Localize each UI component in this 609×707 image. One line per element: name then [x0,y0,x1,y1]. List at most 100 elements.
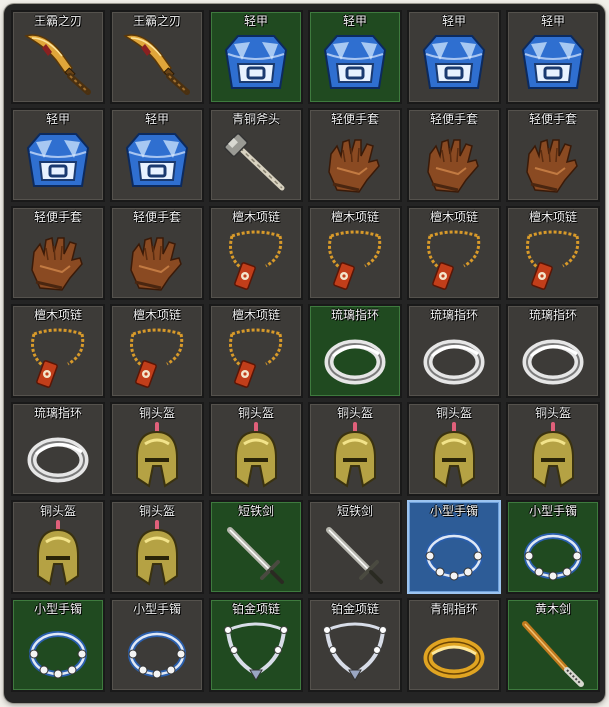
inventory-slot[interactable]: 檀木项链 [209,304,303,398]
glove-icon [22,226,94,296]
inventory-slot[interactable]: 檀木项链 [407,206,501,300]
light-armor-icon [220,30,292,100]
item-name-label: 黄木剑 [534,602,571,616]
great-blade-icon [22,30,94,100]
inventory-slot[interactable]: 檀木项链 [209,206,303,300]
item-name-label: 小型手镯 [132,602,181,616]
glove-icon [121,226,193,296]
inventory-slot[interactable]: 琉璃指环 [308,304,402,398]
platinum-necklace-icon [220,618,292,688]
item-name-label: 铜头盔 [138,406,175,420]
item-name-label: 铜头盔 [435,406,472,420]
inventory-slot[interactable]: 铜头盔 [506,402,600,496]
inventory-slot[interactable]: 铂金项链 [308,598,402,692]
inventory-slot[interactable]: 檀木项链 [506,206,600,300]
bronze-helmet-icon [121,520,193,590]
inventory-slot[interactable]: 轻甲 [110,108,204,202]
item-name-label: 琉璃指环 [528,308,577,322]
bronze-helmet-icon [22,520,94,590]
inventory-slot[interactable]: 小型手镯 [110,598,204,692]
item-name-label: 轻便手套 [429,112,478,126]
inventory-slot[interactable]: 琉璃指环 [407,304,501,398]
inventory-slot[interactable]: 轻甲 [308,10,402,104]
inventory-slot[interactable]: 小型手镯 [506,500,600,594]
item-name-label: 轻甲 [144,112,169,126]
glass-ring-icon [418,324,490,394]
sandalwood-necklace-icon [418,226,490,296]
inventory-slot[interactable]: 小型手镯 [407,500,501,594]
item-name-label: 轻便手套 [330,112,379,126]
inventory-slot[interactable]: 短铁剑 [209,500,303,594]
item-name-label: 轻便手套 [528,112,577,126]
item-name-label: 檀木项链 [330,210,379,224]
inventory-slot[interactable]: 小型手镯 [11,598,105,692]
item-name-label: 轻便手套 [33,210,82,224]
item-name-label: 檀木项链 [231,210,280,224]
item-name-label: 檀木项链 [429,210,478,224]
inventory-slot[interactable]: 轻便手套 [308,108,402,202]
inventory-slot[interactable]: 王霸之刃 [110,10,204,104]
glass-ring-icon [517,324,589,394]
inventory-slot[interactable]: 铜头盔 [209,402,303,496]
item-name-label: 铜头盔 [534,406,571,420]
inventory-slot[interactable]: 青铜斧头 [209,108,303,202]
item-name-label: 短铁剑 [336,504,373,518]
item-name-label: 檀木项链 [33,308,82,322]
glove-icon [517,128,589,198]
inventory-slot[interactable]: 铜头盔 [407,402,501,496]
inventory-slot[interactable]: 铜头盔 [308,402,402,496]
inventory-slot[interactable]: 琉璃指环 [11,402,105,496]
inventory-slot[interactable]: 青铜指环 [407,598,501,692]
inventory-slot[interactable]: 轻甲 [11,108,105,202]
inventory-slot[interactable]: 轻甲 [506,10,600,104]
item-name-label: 铜头盔 [336,406,373,420]
light-armor-icon [121,128,193,198]
bronze-helmet-icon [121,422,193,492]
wooden-sword-icon [517,618,589,688]
item-name-label: 檀木项链 [528,210,577,224]
inventory-slot[interactable]: 短铁剑 [308,500,402,594]
inventory-slot[interactable]: 檀木项链 [110,304,204,398]
inventory-slot[interactable]: 铜头盔 [110,500,204,594]
platinum-necklace-icon [319,618,391,688]
inventory-slot[interactable]: 琉璃指环 [506,304,600,398]
item-name-label: 铂金项链 [330,602,379,616]
item-name-label: 轻便手套 [132,210,181,224]
item-name-label: 轻甲 [243,14,268,28]
glass-ring-icon [319,324,391,394]
inventory-slot[interactable]: 轻甲 [407,10,501,104]
inventory-slot[interactable]: 王霸之刃 [11,10,105,104]
small-bracelet-icon [22,618,94,688]
sandalwood-necklace-icon [220,226,292,296]
sandalwood-necklace-icon [220,324,292,394]
small-bracelet-icon [418,520,490,590]
item-name-label: 琉璃指环 [33,406,82,420]
light-armor-icon [22,128,94,198]
inventory-slot[interactable]: 檀木项链 [308,206,402,300]
item-name-label: 琉璃指环 [330,308,379,322]
inventory-slot[interactable]: 铂金项链 [209,598,303,692]
inventory-slot[interactable]: 铜头盔 [11,500,105,594]
item-name-label: 青铜斧头 [231,112,280,126]
glove-icon [319,128,391,198]
small-bracelet-icon [121,618,193,688]
item-name-label: 铂金项链 [231,602,280,616]
item-name-label: 小型手镯 [528,504,577,518]
inventory-slot[interactable]: 轻便手套 [407,108,501,202]
item-name-label: 轻甲 [540,14,565,28]
inventory-slot[interactable]: 檀木项链 [11,304,105,398]
inventory-slot[interactable]: 轻便手套 [506,108,600,202]
inventory-slot[interactable]: 黄木剑 [506,598,600,692]
item-name-label: 轻甲 [342,14,367,28]
great-blade-icon [121,30,193,100]
inventory-slot[interactable]: 轻便手套 [11,206,105,300]
inventory-slot[interactable]: 轻便手套 [110,206,204,300]
bronze-helmet-icon [220,422,292,492]
item-name-label: 铜头盔 [39,504,76,518]
item-name-label: 檀木项链 [132,308,181,322]
item-name-label: 轻甲 [441,14,466,28]
inventory-slot[interactable]: 铜头盔 [110,402,204,496]
light-armor-icon [319,30,391,100]
inventory-slot[interactable]: 轻甲 [209,10,303,104]
item-name-label: 短铁剑 [237,504,274,518]
